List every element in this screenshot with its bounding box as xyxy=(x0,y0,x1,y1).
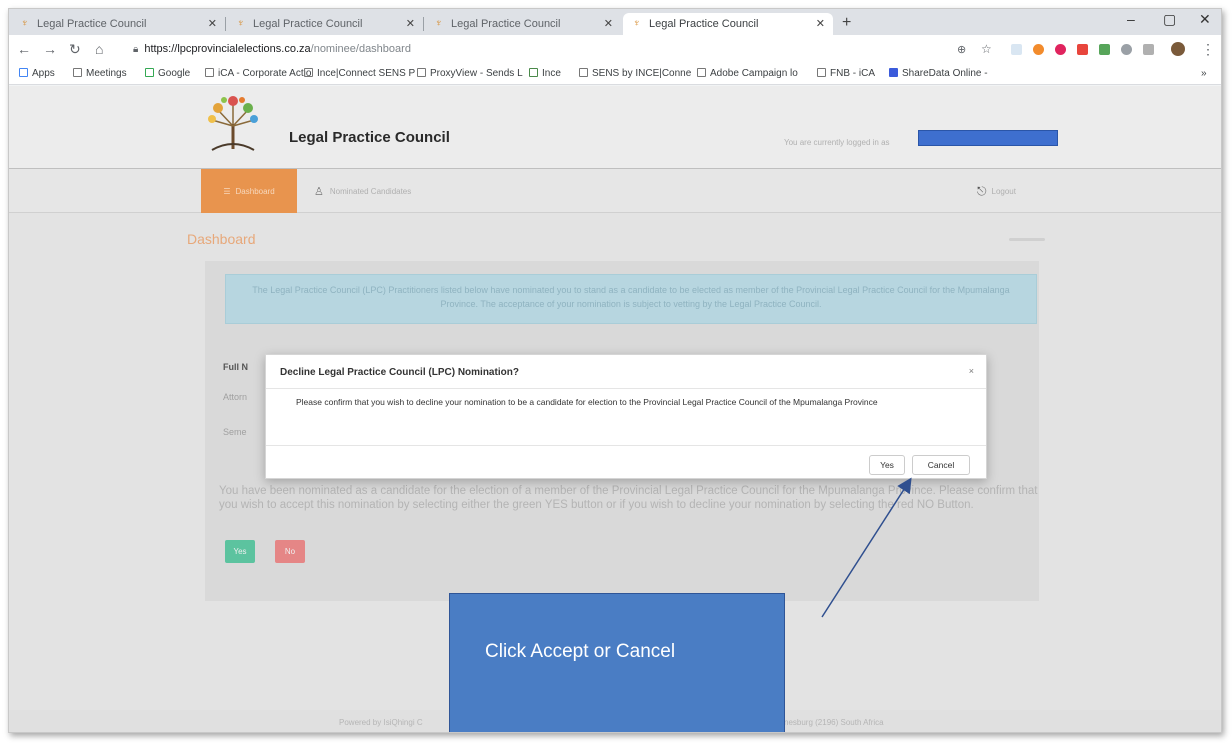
logout-icon: ⎋ xyxy=(977,184,987,198)
nominator-label: Attorn xyxy=(223,392,248,402)
menu-lines-icon: ☰ xyxy=(223,186,231,196)
forward-icon[interactable]: → xyxy=(43,41,57,57)
page-icon xyxy=(417,68,426,77)
close-icon[interactable]: × xyxy=(969,366,974,376)
page-icon xyxy=(205,68,214,77)
site-header: Legal Practice Council You are currently… xyxy=(9,86,1221,169)
bookmark[interactable]: iCA - Corporate Actio xyxy=(205,68,311,79)
page-icon xyxy=(817,68,826,77)
modal-footer: Yes Cancel xyxy=(266,445,986,480)
heading-decoration xyxy=(1009,238,1045,241)
check-icon xyxy=(529,68,538,77)
bookmark[interactable]: ProxyView - Sends L xyxy=(417,68,523,79)
nav-nominated-candidates[interactable]: ♙ Nominated Candidates xyxy=(314,185,411,198)
footer-address: nesburg (2196) South Africa xyxy=(784,718,884,727)
close-tab-icon[interactable]: ✕ xyxy=(816,17,825,30)
extension-icon[interactable] xyxy=(1143,44,1154,55)
lpc-logo-icon xyxy=(208,96,258,151)
browser-tab[interactable]: ♆ Legal Practice Council ✕ xyxy=(227,13,424,35)
site-title: Legal Practice Council xyxy=(289,129,450,146)
modal-title: Decline Legal Practice Council (LPC) Nom… xyxy=(280,367,519,378)
zoom-icon[interactable]: ⊕ xyxy=(957,43,966,56)
browser-toolbar: ← → ↻ ⌂ 🔒︎ https://lpcprovincialelection… xyxy=(9,35,1221,63)
redacted-username xyxy=(918,130,1058,146)
lpc-favicon-icon: ♆ xyxy=(21,18,29,29)
bookmark[interactable]: Ince xyxy=(529,68,561,79)
close-tab-icon[interactable]: ✕ xyxy=(604,17,613,30)
lpc-favicon-icon: ♆ xyxy=(435,18,443,29)
bookmarks-bar: Apps Meetings Google iCA - Corporate Act… xyxy=(9,63,1221,85)
page-icon xyxy=(73,68,82,77)
tab-strip: ♆ Legal Practice Council ✕ ♆ Legal Pract… xyxy=(9,9,1221,35)
decline-modal: Decline Legal Practice Council (LPC) Nom… xyxy=(265,354,987,479)
bookmark[interactable]: SENS by INCE|Conne xyxy=(579,68,691,79)
star-icon[interactable]: ☆ xyxy=(981,42,992,56)
nominator-label: Seme xyxy=(223,427,247,437)
modal-body: Please confirm that you wish to decline … xyxy=(296,397,878,407)
page-title: Dashboard xyxy=(187,231,256,247)
nav-logout[interactable]: ⎋ Logout xyxy=(977,184,1016,199)
browser-tab-active[interactable]: ♆ Legal Practice Council ✕ xyxy=(623,13,833,35)
site-nav: ☰ Dashboard ♙ Nominated Candidates ⎋ Log… xyxy=(9,169,1221,213)
accept-yes-button[interactable]: Yes xyxy=(225,540,255,563)
fullname-label: Full N xyxy=(223,362,248,372)
browser-tab[interactable]: ♆ Legal Practice Council ✕ xyxy=(425,13,621,35)
address-bar[interactable]: 🔒︎ https://lpcprovincialelections.co.za /… xyxy=(133,39,1005,59)
logged-in-label: You are currently logged in as xyxy=(784,138,890,147)
ince-icon xyxy=(579,68,588,77)
bookmark[interactable]: Google xyxy=(145,68,190,79)
page-icon xyxy=(697,68,706,77)
bookmark[interactable]: Adobe Campaign lo xyxy=(697,68,798,79)
bookmark[interactable]: Meetings xyxy=(73,68,127,79)
extension-icon[interactable] xyxy=(1121,44,1132,55)
lpc-favicon-icon: ♆ xyxy=(633,18,641,29)
extension-icon[interactable] xyxy=(1099,44,1110,55)
footer-powered-by: Powered by IsiQhingi C xyxy=(339,718,423,727)
bookmark[interactable]: FNB - iCA xyxy=(817,68,875,79)
extension-icon[interactable] xyxy=(1033,44,1044,55)
decline-no-button[interactable]: No xyxy=(275,540,305,563)
modal-cancel-button[interactable]: Cancel xyxy=(912,455,970,475)
bookmark-apps[interactable]: Apps xyxy=(19,68,55,79)
lock-icon: 🔒︎ xyxy=(133,43,139,55)
modal-header: Decline Legal Practice Council (LPC) Nom… xyxy=(266,355,986,389)
browser-window: ♆ Legal Practice Council ✕ ♆ Legal Pract… xyxy=(8,8,1222,733)
extension-icon[interactable] xyxy=(1077,44,1088,55)
lpc-favicon-icon: ♆ xyxy=(237,18,245,29)
modal-yes-button[interactable]: Yes xyxy=(869,455,905,475)
menu-icon[interactable]: ⋮ xyxy=(1201,41,1215,58)
ince-icon xyxy=(304,68,313,77)
google-icon xyxy=(145,68,154,77)
close-tab-icon[interactable]: ✕ xyxy=(208,17,217,30)
reload-icon[interactable]: ↻ xyxy=(69,41,81,58)
more-bookmarks-icon[interactable]: » xyxy=(1201,68,1207,79)
profile-avatar[interactable] xyxy=(1171,42,1185,56)
info-alert: The Legal Practice Council (LPC) Practit… xyxy=(225,274,1037,324)
browser-tab[interactable]: ♆ Legal Practice Council ✕ xyxy=(11,13,226,35)
close-tab-icon[interactable]: ✕ xyxy=(406,17,415,30)
restore-icon[interactable]: ▢ xyxy=(1163,11,1176,28)
bookmark[interactable]: ShareData Online - xyxy=(889,68,988,79)
user-icon: ♙ xyxy=(314,186,324,198)
annotation-text: Click Accept or Cancel xyxy=(485,641,676,662)
home-icon[interactable]: ⌂ xyxy=(95,41,103,57)
back-icon[interactable]: ← xyxy=(17,41,31,57)
extension-icon[interactable] xyxy=(1011,44,1022,55)
bookmark[interactable]: Ince|Connect SENS P xyxy=(304,68,415,79)
accept-instructions: You have been nominated as a candidate f… xyxy=(219,485,1038,511)
nav-dashboard[interactable]: ☰ Dashboard xyxy=(201,169,297,213)
close-window-icon[interactable]: ✕ xyxy=(1199,11,1211,28)
new-tab-button[interactable]: + xyxy=(842,14,851,32)
annotation-callout: Click Accept or Cancel xyxy=(449,593,785,732)
apps-grid-icon xyxy=(19,68,28,77)
sharedata-icon xyxy=(889,68,898,77)
minimize-icon[interactable]: – xyxy=(1127,11,1135,27)
pinterest-icon[interactable] xyxy=(1055,44,1066,55)
